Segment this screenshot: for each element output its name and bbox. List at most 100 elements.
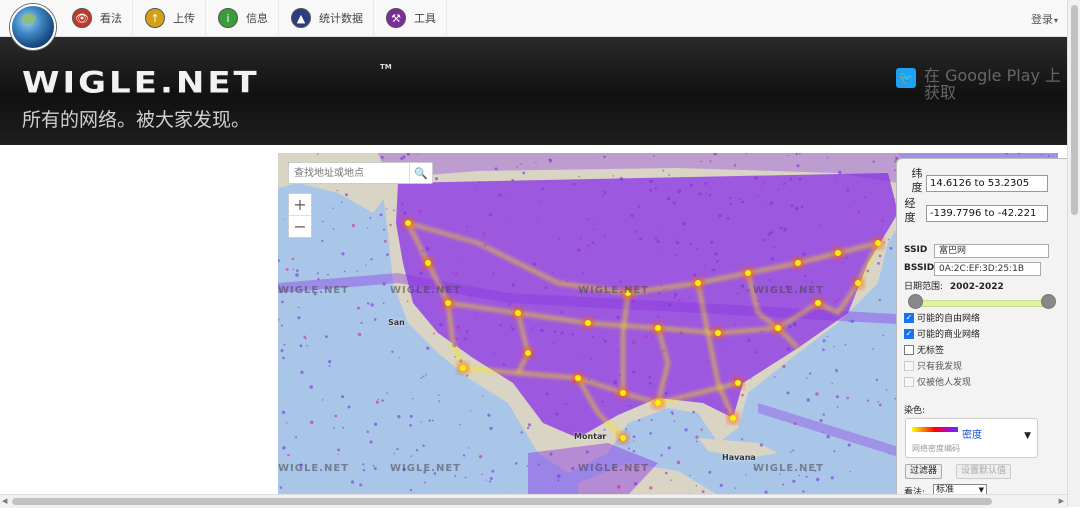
density-speck xyxy=(635,230,637,233)
density-speck xyxy=(747,339,751,342)
checkbox-untagged[interactable]: 无标签 xyxy=(904,343,944,356)
latitude-label: 纬度 xyxy=(911,167,923,194)
density-speck xyxy=(342,426,345,429)
density-speck xyxy=(637,205,641,208)
density-speck xyxy=(280,324,283,327)
density-speck xyxy=(811,281,813,283)
zoom-out-button[interactable]: − xyxy=(289,215,311,237)
checkbox-only-mine[interactable]: 只有我发现 xyxy=(904,359,962,372)
density-speck xyxy=(803,275,807,278)
density-speck xyxy=(552,342,554,345)
density-speck xyxy=(340,201,343,203)
color-mode-select[interactable]: 密度 网络密度编码 ▼ xyxy=(905,418,1038,458)
density-speck xyxy=(431,419,434,422)
density-speck xyxy=(591,216,594,219)
density-speck xyxy=(386,392,388,394)
density-speck xyxy=(565,402,568,405)
density-speck xyxy=(282,356,285,360)
density-speck xyxy=(662,169,665,172)
density-speck xyxy=(700,160,702,163)
longitude-field[interactable]: -139.7796 to -42.221 xyxy=(926,205,1048,222)
density-speck xyxy=(632,435,636,438)
density-speck xyxy=(617,350,619,352)
nav-item-stats[interactable]: ▲ 统计数据 xyxy=(279,0,374,36)
date-slider-start-handle[interactable] xyxy=(908,294,923,309)
globe-logo-icon[interactable] xyxy=(10,4,56,50)
checkbox-commercial-networks[interactable]: ✓ 可能的商业网络 xyxy=(904,327,980,340)
density-speck xyxy=(842,261,845,263)
zoom-in-button[interactable]: + xyxy=(289,194,311,215)
set-default-button[interactable]: 设置默认值 xyxy=(956,464,1012,479)
twitter-icon[interactable]: 🐦 xyxy=(896,68,916,88)
density-speck xyxy=(695,435,699,439)
density-speck xyxy=(585,450,589,454)
density-speck xyxy=(382,302,385,305)
checkbox-free-networks[interactable]: ✓ 可能的自由网络 xyxy=(904,311,980,324)
checkbox-checked-icon: ✓ xyxy=(904,312,914,323)
date-range-slider[interactable] xyxy=(911,300,1051,307)
density-speck xyxy=(872,160,875,163)
density-speck xyxy=(658,252,660,255)
map-label-havana: Havana xyxy=(722,453,756,462)
ssid-field[interactable]: 富巴网 xyxy=(934,244,1049,258)
density-speck xyxy=(654,187,657,190)
density-speck xyxy=(794,323,797,327)
density-speck xyxy=(351,480,355,484)
bssid-label: BSSID xyxy=(904,263,935,273)
density-speck xyxy=(809,372,812,375)
density-speck xyxy=(882,334,885,337)
density-speck xyxy=(632,440,635,442)
density-speck xyxy=(708,470,712,474)
search-icon[interactable]: 🔍 xyxy=(409,163,432,183)
horizontal-scrollbar[interactable]: ◀ ▶ xyxy=(0,494,1067,508)
density-speck xyxy=(602,337,605,340)
density-speck xyxy=(695,440,698,443)
density-speck xyxy=(505,194,508,196)
city-density-core xyxy=(715,330,721,336)
density-speck xyxy=(580,352,583,355)
horizontal-scroll-thumb[interactable] xyxy=(12,498,992,505)
latitude-field[interactable]: 14.6126 to 53.2305 xyxy=(926,175,1048,192)
density-speck xyxy=(511,179,515,182)
scroll-left-icon[interactable]: ◀ xyxy=(2,497,7,505)
density-speck xyxy=(498,194,502,197)
density-speck xyxy=(336,189,339,192)
vertical-scrollbar[interactable] xyxy=(1067,0,1080,507)
density-speck xyxy=(591,241,595,244)
nav-item-tools[interactable]: ⚒ 工具 xyxy=(374,0,447,36)
density-speck xyxy=(639,237,643,241)
density-speck xyxy=(805,475,808,478)
density-speck xyxy=(773,246,776,249)
wigle-logo[interactable]: WIGLE.NET xyxy=(22,66,260,100)
filter-button[interactable]: 过滤器 xyxy=(905,464,943,479)
density-speck xyxy=(689,474,691,477)
vertical-scroll-thumb[interactable] xyxy=(1071,5,1078,215)
scroll-right-icon[interactable]: ▶ xyxy=(1059,497,1064,505)
nav-item-info[interactable]: i 信息 xyxy=(206,0,279,36)
checkbox-only-others[interactable]: 仅被他人发现 xyxy=(904,375,971,388)
density-speck xyxy=(454,475,457,478)
nav-item-view[interactable]: 👁 看法 xyxy=(60,0,133,36)
density-speck xyxy=(456,325,461,329)
bssid-field[interactable]: 0A:2C:EF:3D:25:1B xyxy=(934,262,1041,276)
login-dropdown[interactable]: 登录▾ xyxy=(1031,11,1058,27)
map-search-input[interactable] xyxy=(289,163,414,183)
density-speck xyxy=(678,298,681,302)
density-speck xyxy=(322,399,324,401)
nav-item-upload[interactable]: ↑ 上传 xyxy=(133,0,206,36)
google-play-badge[interactable]: 在 Google Play 上获取 xyxy=(924,67,1074,101)
density-speck xyxy=(762,238,765,242)
density-speck xyxy=(613,380,618,385)
density-speck xyxy=(653,155,655,157)
date-slider-end-handle[interactable] xyxy=(1041,294,1056,309)
date-range-label-text: 日期范围: xyxy=(904,282,944,292)
density-speck xyxy=(838,170,842,175)
density-speck xyxy=(417,153,419,155)
city-density-core xyxy=(620,390,626,396)
density-speck xyxy=(638,419,641,422)
density-speck xyxy=(619,177,624,181)
density-speck xyxy=(393,452,395,455)
city-density-core xyxy=(855,280,861,286)
city-density-core xyxy=(425,260,431,266)
density-speck xyxy=(792,479,796,483)
